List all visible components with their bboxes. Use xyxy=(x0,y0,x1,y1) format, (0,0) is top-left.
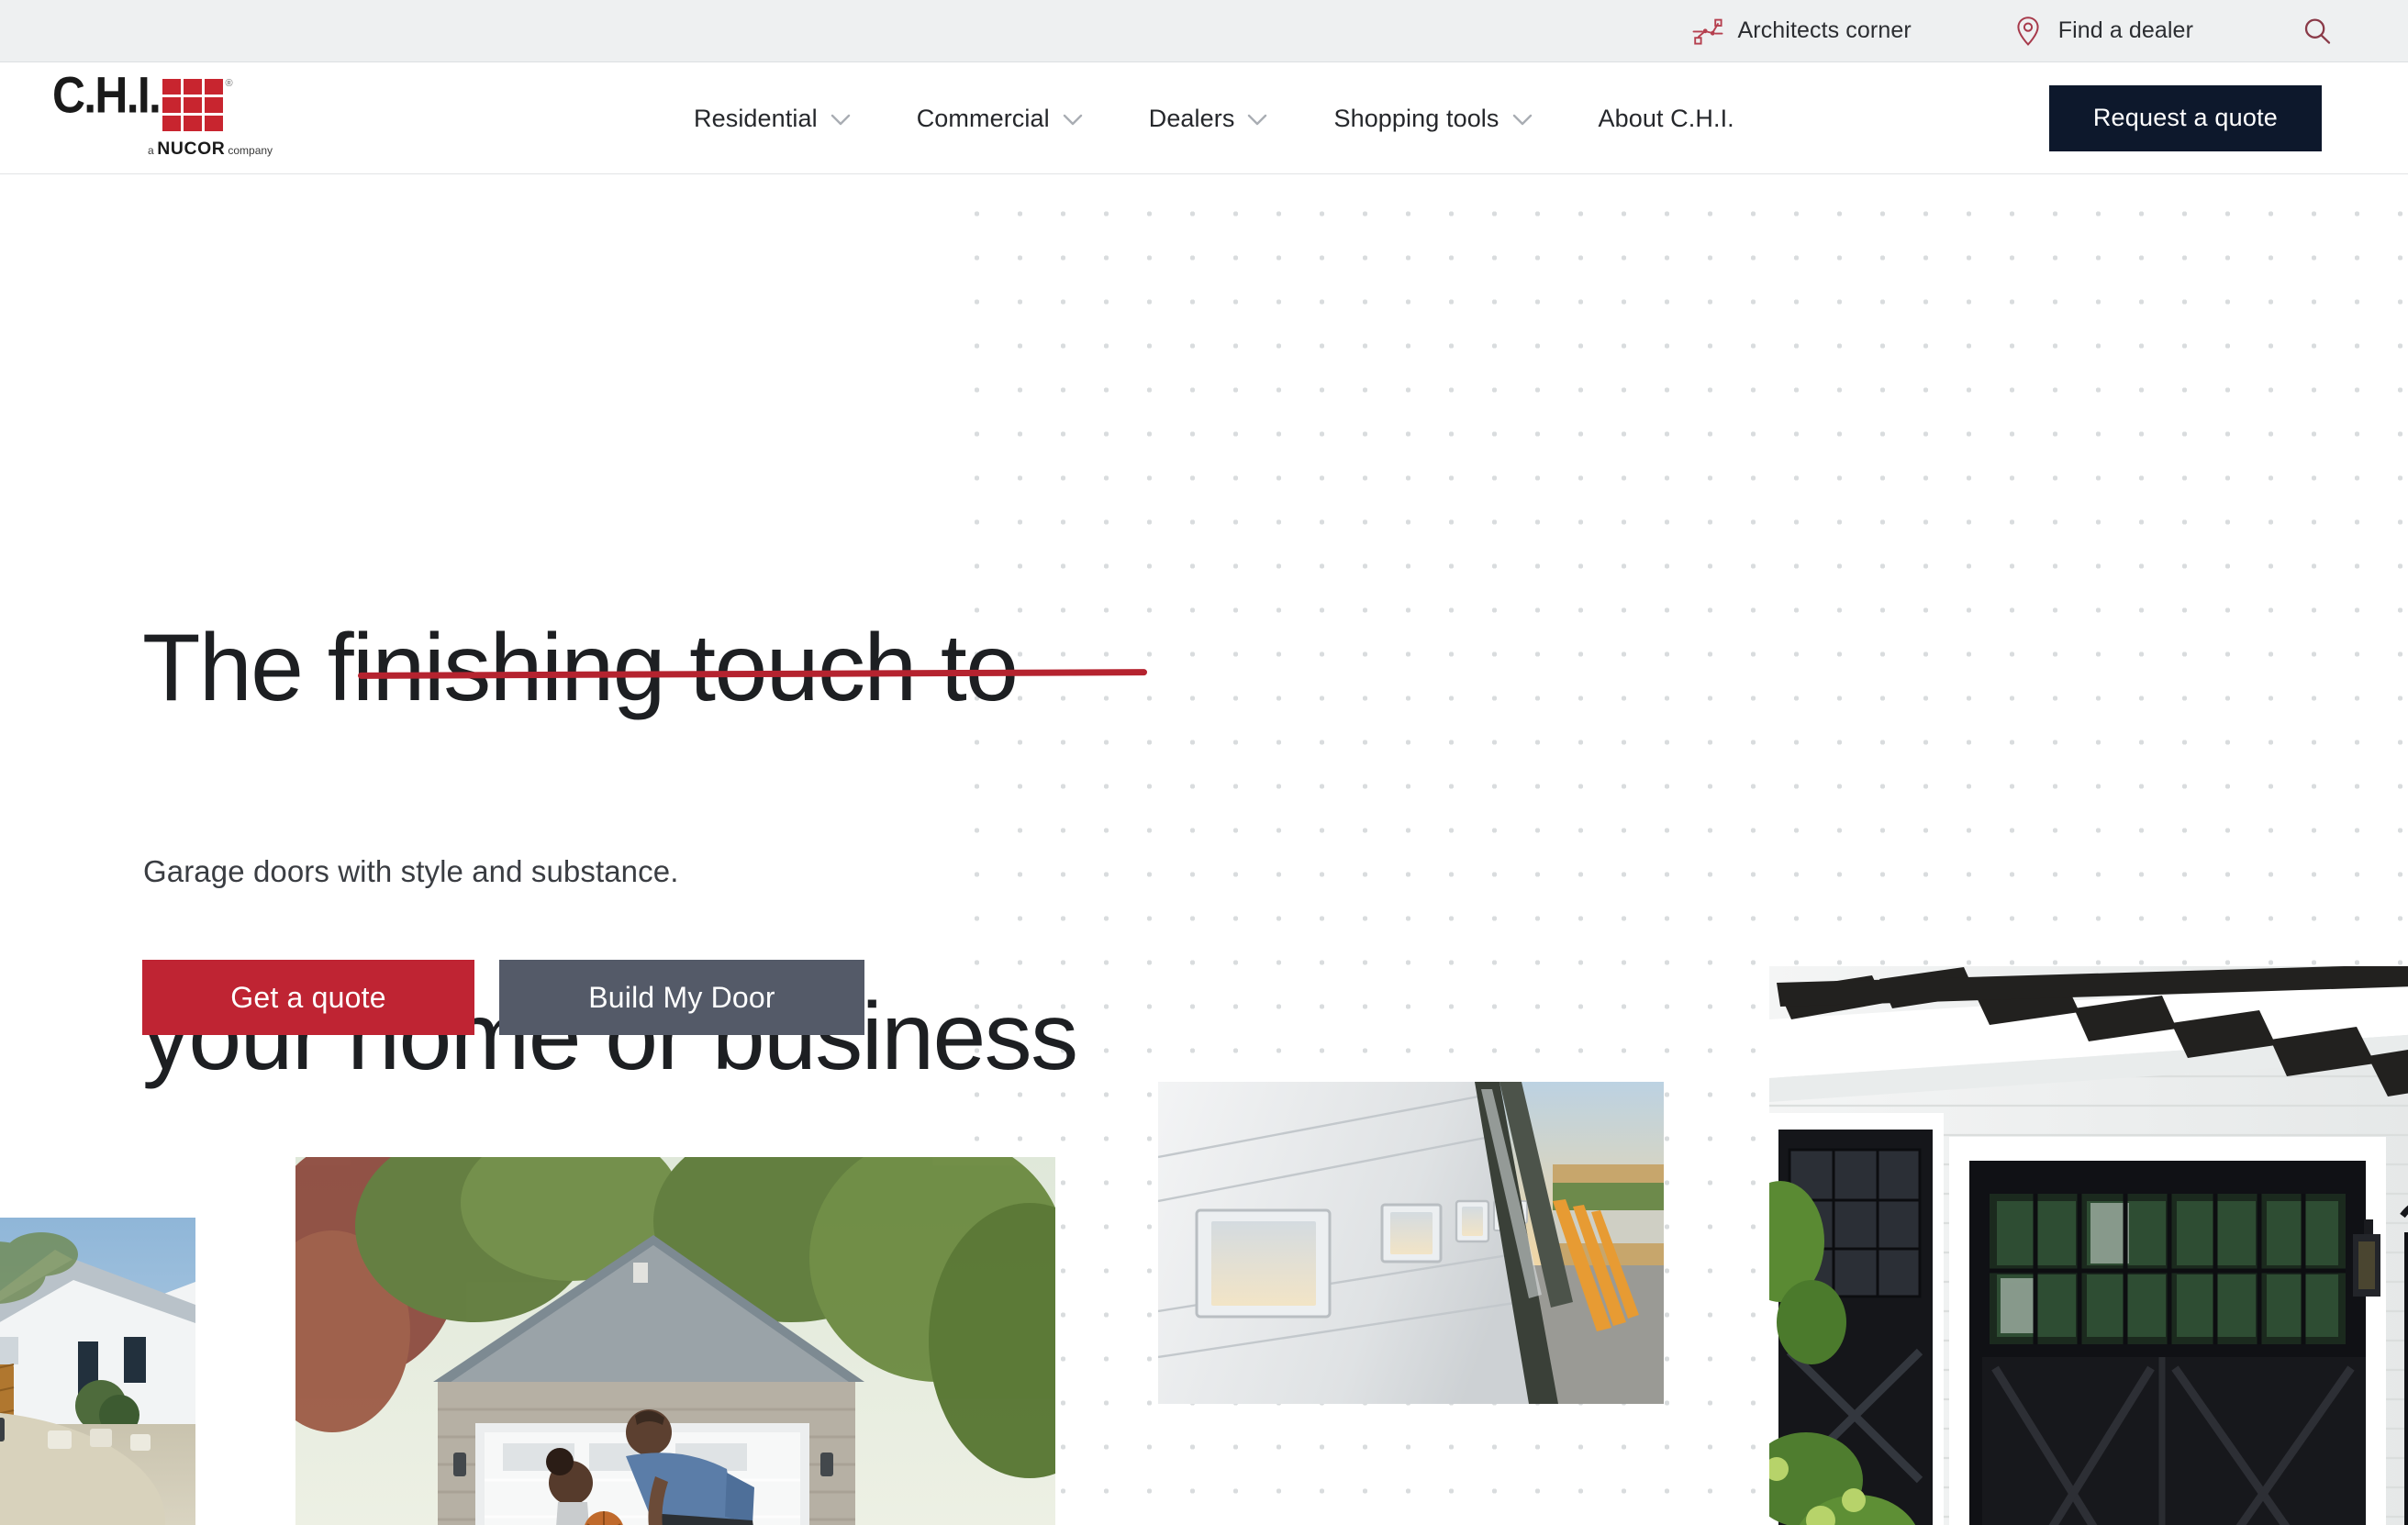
chevron-down-icon xyxy=(831,105,851,133)
primary-nav-links: Residential Commercial Dealers Shopping … xyxy=(661,62,1767,174)
get-a-quote-button[interactable]: Get a quote xyxy=(142,960,474,1035)
logo-mark: C.H.I. ® xyxy=(52,69,233,131)
node-path-icon xyxy=(1692,16,1723,47)
nav-item-about-chi-label: About C.H.I. xyxy=(1598,104,1734,132)
top-utility-bar: Architects corner Find a dealer xyxy=(0,0,2408,62)
map-pin-icon xyxy=(2012,16,2044,47)
nucor-tagline: a NUCOR company xyxy=(148,139,273,160)
nav-item-dealers[interactable]: Dealers xyxy=(1116,105,1301,133)
nav-item-shopping-tools-label: Shopping tools xyxy=(1333,104,1499,132)
nav-item-dealers-label: Dealers xyxy=(1148,104,1235,132)
find-a-dealer-label: Find a dealer xyxy=(2057,17,2193,43)
architects-corner-label: Architects corner xyxy=(1737,17,1912,43)
build-my-door-button[interactable]: Build My Door xyxy=(499,960,864,1035)
hero-photo-black-garage-doors xyxy=(1769,966,2408,1525)
nucor-tagline-suffix: company xyxy=(228,143,273,157)
hero-photo-basketball xyxy=(295,1157,1055,1525)
hero-subtitle: Garage doors with style and substance. xyxy=(143,854,679,888)
nav-item-shopping-tools[interactable]: Shopping tools xyxy=(1300,105,1565,133)
annotation-line-1: Turn heads in xyxy=(1296,1519,1584,1525)
chevron-down-icon xyxy=(1063,105,1083,133)
hero-section: The finishing touch to your home or busi… xyxy=(0,175,2408,1525)
chevron-down-icon xyxy=(1247,105,1267,133)
nav-item-about-chi[interactable]: About C.H.I. xyxy=(1566,105,1767,133)
logo-wordmark: C.H.I. xyxy=(52,65,162,124)
search-button[interactable] xyxy=(2302,16,2333,47)
request-a-quote-button[interactable]: Request a quote xyxy=(2048,84,2322,151)
hero-photo-white-door-detail xyxy=(1158,1082,1664,1404)
nav-item-commercial[interactable]: Commercial xyxy=(884,105,1116,133)
nav-item-residential-label: Residential xyxy=(694,104,818,132)
nav-item-commercial-label: Commercial xyxy=(916,104,1050,132)
logo-red-grid xyxy=(162,78,223,131)
hero-cta-group: Get a quote Build My Door xyxy=(142,960,864,1035)
page-title-line-1: The finishing touch to xyxy=(142,615,1019,721)
chevron-down-icon xyxy=(1512,105,1533,133)
chi-logo[interactable]: C.H.I. ® a NUCOR company xyxy=(52,69,273,160)
nucor-tagline-prefix: a xyxy=(148,143,154,157)
find-a-dealer-link[interactable]: Find a dealer xyxy=(2012,16,2193,47)
main-navigation-bar: C.H.I. ® a NUCOR company Residential Com… xyxy=(0,62,2408,174)
nucor-wordmark: NUCOR xyxy=(156,139,226,159)
architects-corner-link[interactable]: Architects corner xyxy=(1692,16,1912,47)
search-icon xyxy=(2302,16,2333,47)
handwritten-annotation: Turn heads in your neighborhood xyxy=(1301,1458,1778,1525)
hero-photo-white-house xyxy=(0,1218,195,1525)
nav-item-residential[interactable]: Residential xyxy=(661,105,884,133)
registered-trademark-symbol: ® xyxy=(225,77,233,89)
